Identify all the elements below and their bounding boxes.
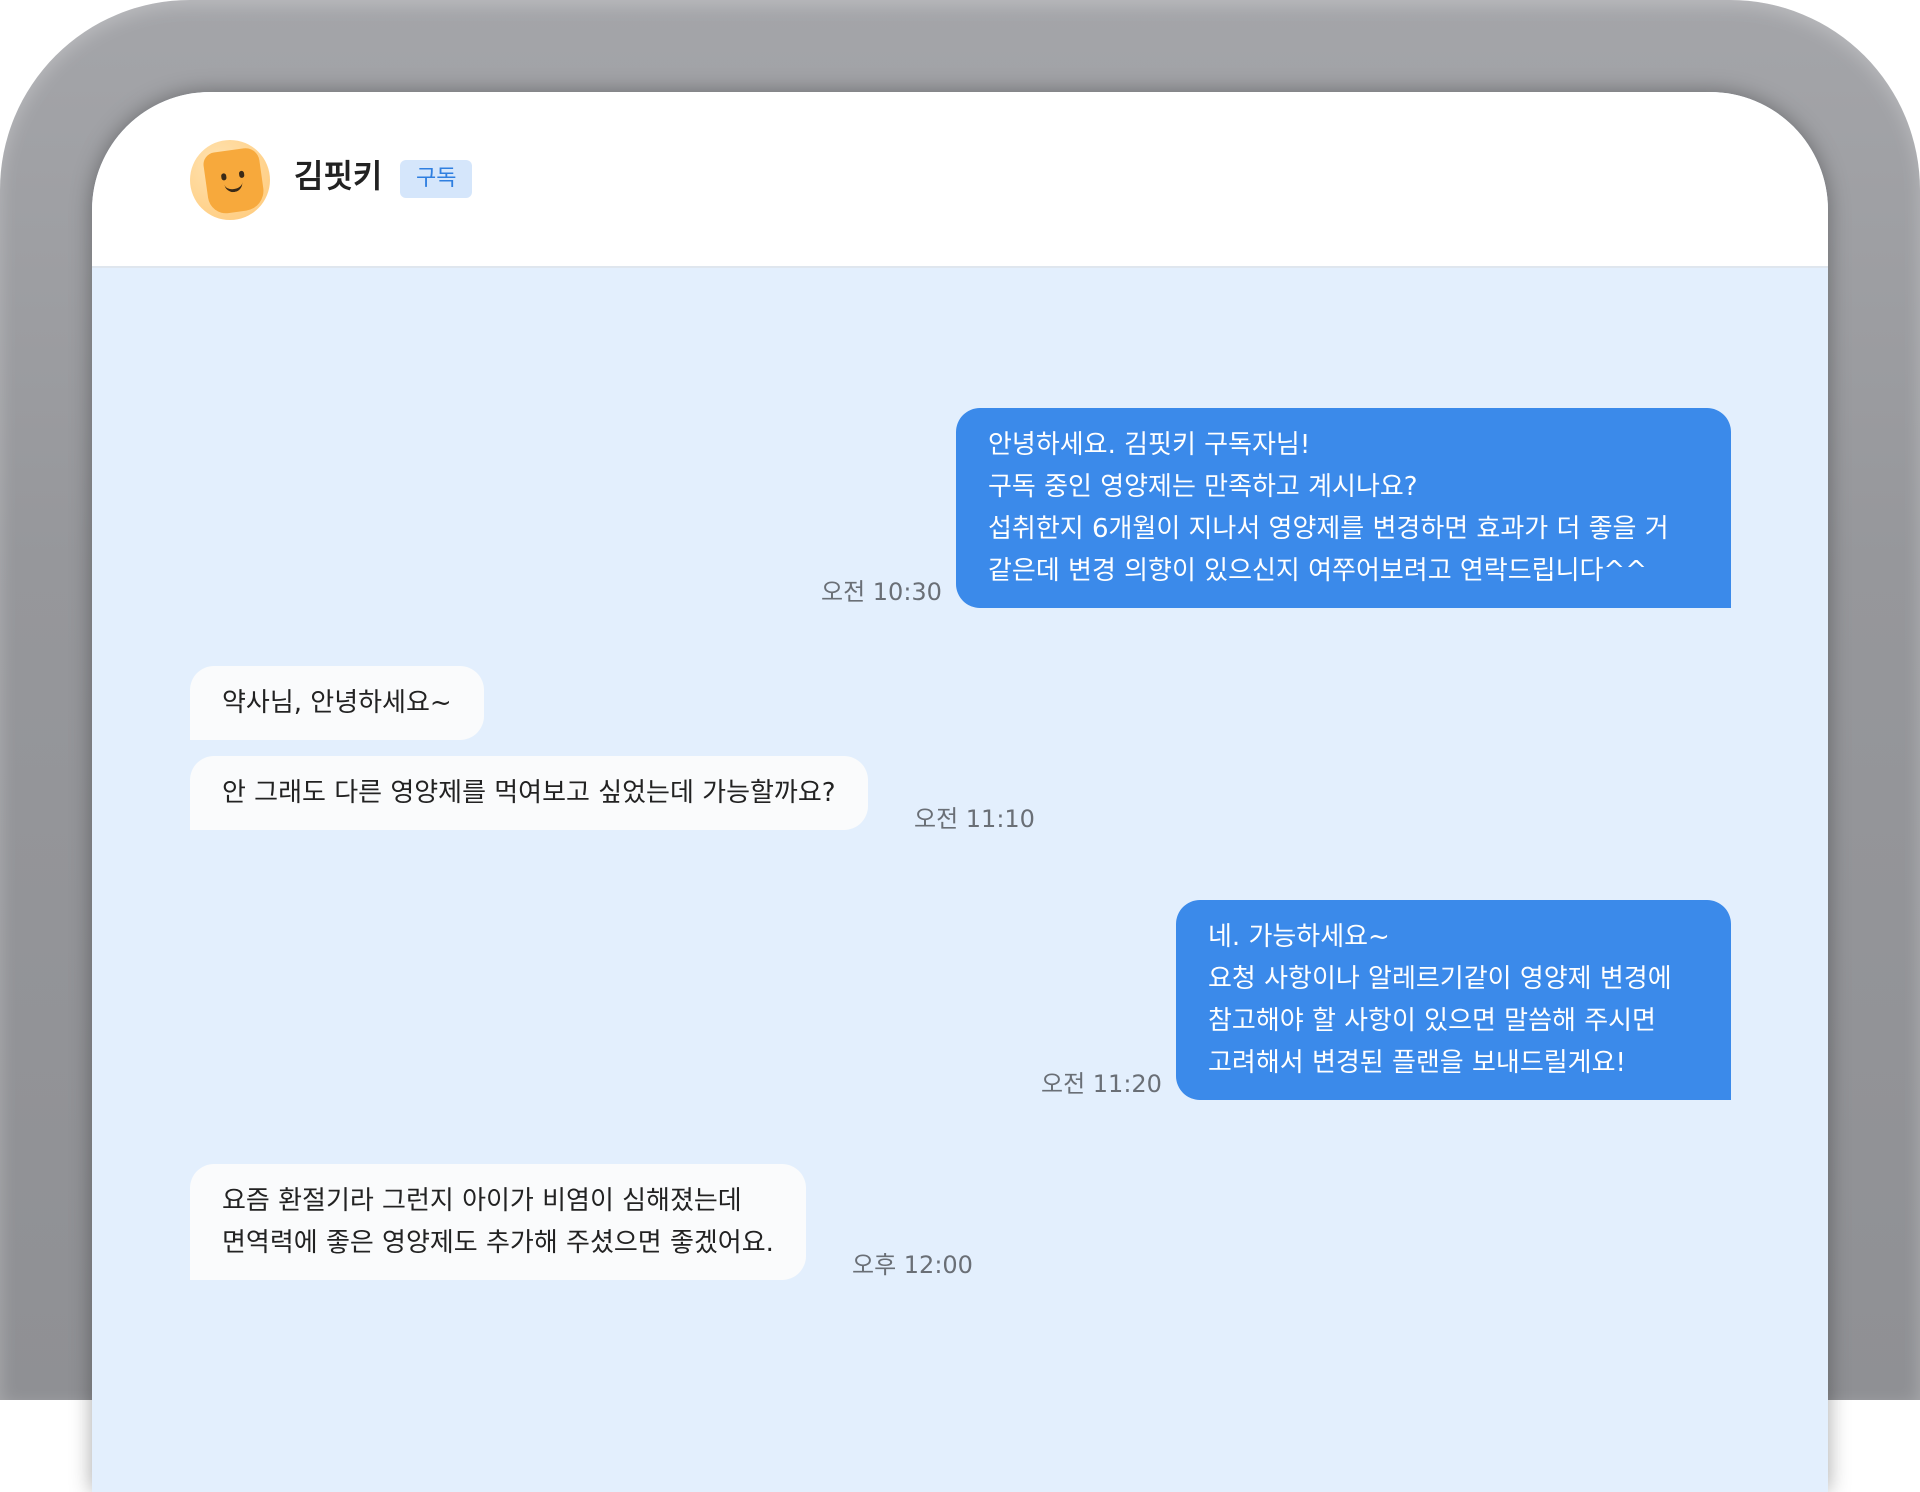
message-timestamp: 오전 11:20 [1041, 1070, 1162, 1098]
avatar[interactable] [190, 140, 270, 220]
avatar-smile [223, 178, 244, 194]
chat-screen: 김핏키 구독 안녕하세요. 김핏키 구독자님! 구독 중인 영양제는 만족하고 … [92, 92, 1828, 1492]
message-timestamp: 오전 10:30 [821, 578, 942, 606]
received-message-bubble[interactable]: 약사님, 안녕하세요~ [190, 666, 484, 740]
smiley-avatar-icon [201, 146, 267, 216]
user-name: 김핏키 [294, 157, 383, 195]
sent-message-bubble[interactable]: 안녕하세요. 김핏키 구독자님! 구독 중인 영양제는 만족하고 계시나요? 섭… [956, 408, 1731, 608]
received-message-bubble[interactable]: 안 그래도 다른 영양제를 먹여보고 싶었는데 가능할까요? [190, 756, 868, 830]
device-mockup: 김핏키 구독 안녕하세요. 김핏키 구독자님! 구독 중인 영양제는 만족하고 … [0, 0, 1920, 1492]
avatar-right-eye [238, 170, 245, 179]
chat-header: 김핏키 구독 [92, 92, 1828, 268]
subscription-badge: 구독 [400, 160, 473, 198]
message-timestamp: 오후 12:00 [852, 1251, 973, 1279]
avatar-left-eye [220, 173, 227, 181]
received-message-bubble[interactable]: 요즘 환절기라 그런지 아이가 비염이 심해졌는데 면역력에 좋은 영양제도 추… [190, 1164, 806, 1280]
sent-message-bubble[interactable]: 네. 가능하세요~ 요청 사항이나 알레르기같이 영양제 변경에 참고해야 할 … [1176, 900, 1731, 1100]
message-timestamp: 오전 11:10 [914, 805, 1035, 833]
